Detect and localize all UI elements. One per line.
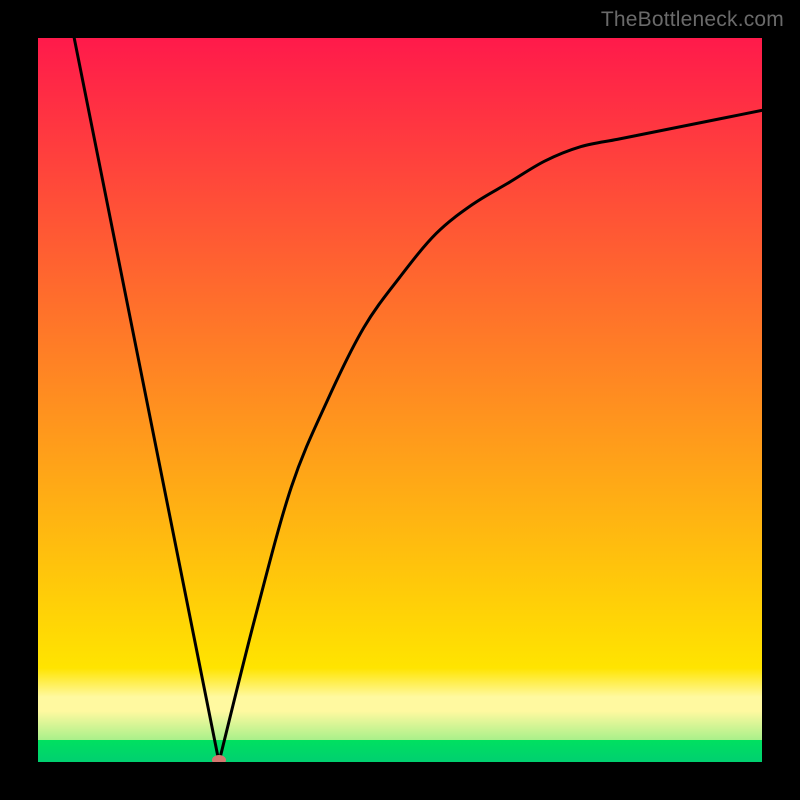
plot-area — [38, 38, 762, 762]
chart-frame: TheBottleneck.com — [0, 0, 800, 800]
watermark-label: TheBottleneck.com — [601, 8, 784, 32]
curve-layer — [38, 38, 762, 762]
bottleneck-curve — [74, 38, 762, 762]
minimum-marker — [212, 755, 226, 762]
